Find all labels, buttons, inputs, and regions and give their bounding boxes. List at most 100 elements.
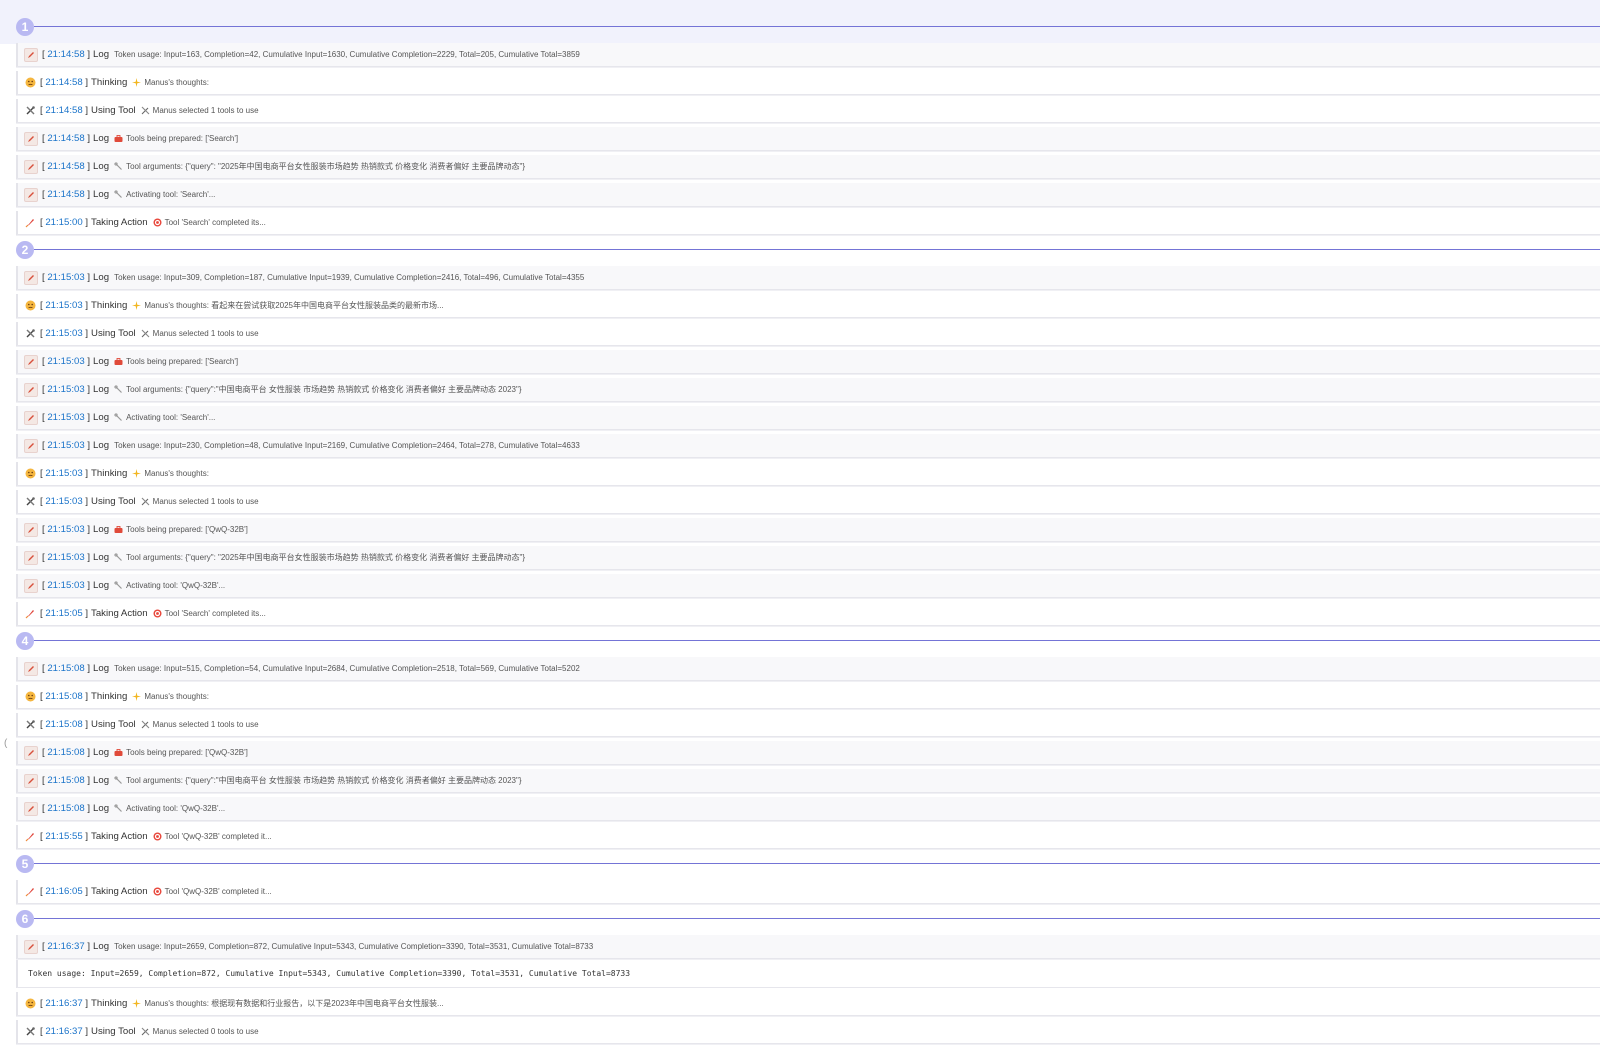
entry-message: Tool 'Search' completed its... [164,218,266,227]
entry-message: Manus's thoughts: 看起来在尝试获取2025年中国电商平台女性服… [144,301,444,310]
timestamp-value: 21:15:03 [45,300,83,311]
timestamp-value: 21:15:03 [45,468,83,479]
log-entry-tool[interactable]: [ 21:15:03 ] Using Tool Manus selected 1 t… [16,490,1600,514]
wrench-icon [114,385,123,394]
timestamp-value: 21:14:58 [45,105,83,116]
entry-type: Log [93,941,110,952]
log-entry-thinking[interactable]: [ 21:16:37 ] Thinking Manus's thoughts: 根据… [16,992,1600,1016]
timestamp-value: 21:14:58 [47,49,85,60]
entry-message: Tools being prepared: ['QwQ-32B'] [126,525,248,534]
step-number-badge[interactable]: 6 [16,910,34,928]
step-entries: [ 21:14:58 ] Log Token usage: Input=163, C… [16,43,1600,235]
rocket-icon [24,886,36,898]
step-number-badge[interactable]: 5 [16,855,34,873]
thinking-face-icon [24,77,36,89]
log-entry-log[interactable]: [ 21:15:03 ] Log Tool arguments: {"query":… [16,546,1600,570]
log-entry-log[interactable]: [ 21:15:03 ] Log Activating tool: 'QwQ-32B… [16,574,1600,598]
entry-message: Token usage: Input=515, Completion=54, C… [114,664,580,673]
entry-timestamp: [ 21:15:08 ] [42,775,91,786]
log-entry-log[interactable]: [ 21:15:03 ] Log Token usage: Input=309, C… [16,266,1600,290]
log-icon [24,270,38,285]
toolbox-icon [114,357,123,366]
entry-type: Using Tool [91,1026,136,1037]
entry-message: Token usage: Input=309, Completion=187, … [114,273,585,282]
log-entry-thinking[interactable]: [ 21:14:58 ] Thinking Manus's thoughts: [16,71,1600,95]
entry-type: Log [93,133,110,144]
entry-type: Log [93,803,110,814]
timestamp-value: 21:15:08 [45,691,83,702]
log-entry-action[interactable]: [ 21:15:55 ] Taking Action Tool 'QwQ-32B' … [16,825,1600,849]
timestamp-value: 21:15:03 [47,412,85,423]
log-entry-tool[interactable]: [ 21:16:37 ] Using Tool Manus selected 0 t… [16,1020,1600,1044]
log-entry-tool[interactable]: [ 21:15:03 ] Using Tool Manus selected 1 t… [16,322,1600,346]
log-icon [24,159,38,174]
entry-timestamp: [ 21:15:08 ] [42,747,91,758]
entry-timestamp: [ 21:14:58 ] [40,105,89,116]
timestamp-value: 21:15:55 [45,831,83,842]
entry-type: Log [93,440,110,451]
log-entry-log[interactable]: [ 21:15:08 ] Log Tools being prepared: ['Q… [16,741,1600,765]
log-entry-log[interactable]: [ 21:15:03 ] Log Tools being prepared: ['S… [16,350,1600,374]
entry-message: Manus's thoughts: [144,469,209,478]
log-entry-log[interactable]: [ 21:14:58 ] Log Token usage: Input=163, C… [16,43,1600,67]
log-entry-action[interactable]: [ 21:15:00 ] Taking Action Tool 'Search' c… [16,211,1600,235]
entry-message: Tool 'QwQ-32B' completed it... [164,887,272,896]
log-entry-thinking[interactable]: [ 21:15:03 ] Thinking Manus's thoughts: 看起… [16,294,1600,318]
log-entry-tool[interactable]: [ 21:15:08 ] Using Tool Manus selected 1 t… [16,713,1600,737]
log-entry-thinking[interactable]: [ 21:15:08 ] Thinking Manus's thoughts: [16,685,1600,709]
log-entry-tool[interactable]: [ 21:14:58 ] Using Tool Manus selected 1 t… [16,99,1600,123]
entry-message: Manus selected 1 tools to use [152,329,259,338]
log-icon [24,187,38,202]
timestamp-value: 21:15:03 [45,328,83,339]
step-number-badge[interactable]: 4 [16,632,34,650]
log-entry-log[interactable]: [ 21:15:03 ] Log Token usage: Input=230, C… [16,434,1600,458]
tools-icon [141,497,150,506]
timestamp-value: 21:15:03 [47,524,85,535]
timestamp-value: 21:15:03 [47,552,85,563]
entry-type: Log [93,161,110,172]
entry-timestamp: [ 21:15:03 ] [42,524,91,535]
log-entry-log[interactable]: [ 21:14:58 ] Log Tools being prepared: ['S… [16,127,1600,151]
entry-type: Log [93,747,110,758]
entry-type: Log [93,663,110,674]
timestamp-value: 21:16:37 [45,998,83,1009]
log-icon [24,522,38,537]
log-entry-log[interactable]: [ 21:15:03 ] Log Tools being prepared: ['Q… [16,518,1600,542]
log-entry-log[interactable]: [ 21:16:37 ] Log Token usage: Input=2659, … [16,935,1600,959]
entry-timestamp: [ 21:15:03 ] [42,412,91,423]
entry-timestamp: [ 21:14:58 ] [42,161,91,172]
log-entry-log[interactable]: [ 21:15:08 ] Log Activating tool: 'QwQ-32B… [16,797,1600,821]
step-number-badge[interactable]: 1 [16,18,34,36]
log-entry-log[interactable]: [ 21:14:58 ] Log Activating tool: 'Search'… [16,183,1600,207]
entry-type: Log [93,552,110,563]
log-entry-action[interactable]: [ 21:15:05 ] Taking Action Tool 'Search' c… [16,602,1600,626]
tools-icon [141,1027,150,1036]
log-icon [24,661,38,676]
log-entry-thinking[interactable]: [ 21:15:03 ] Thinking Manus's thoughts: [16,462,1600,486]
entry-timestamp: [ 21:15:08 ] [40,691,89,702]
timestamp-value: 21:15:08 [47,775,85,786]
entry-type: Thinking [91,77,128,88]
log-entry-log[interactable]: [ 21:15:03 ] Log Activating tool: 'Search'… [16,406,1600,430]
entry-timestamp: [ 21:15:55 ] [40,831,89,842]
tools-icon [141,106,150,115]
wrench-icon [114,553,123,562]
entry-type: Using Tool [91,496,136,507]
entry-message: Tool arguments: {"query": "2025年中国电商平台女性… [126,553,526,562]
step-number-badge[interactable]: 2 [16,241,34,259]
log-entry-log[interactable]: [ 21:15:08 ] Log Tool arguments: {"query":… [16,769,1600,793]
entry-message: Tool 'QwQ-32B' completed it... [164,832,272,841]
rocket-icon [24,608,36,620]
log-entry-log[interactable]: [ 21:14:58 ] Log Tool arguments: {"query":… [16,155,1600,179]
step-header: 4 [0,630,1600,653]
entry-timestamp: [ 21:15:03 ] [42,552,91,563]
log-entry-log[interactable]: [ 21:15:08 ] Log Token usage: Input=515, C… [16,657,1600,681]
collapse-handle[interactable]: ( [4,738,7,749]
entry-type: Log [93,189,110,200]
entry-timestamp: [ 21:14:58 ] [42,49,91,60]
entry-type: Using Tool [91,719,136,730]
thinking-face-icon [24,468,36,480]
log-entry-log[interactable]: [ 21:15:03 ] Log Tool arguments: {"query":… [16,378,1600,402]
log-entry-action[interactable]: [ 21:16:05 ] Taking Action Tool 'QwQ-32B' … [16,880,1600,904]
timestamp-value: 21:15:03 [47,272,85,283]
